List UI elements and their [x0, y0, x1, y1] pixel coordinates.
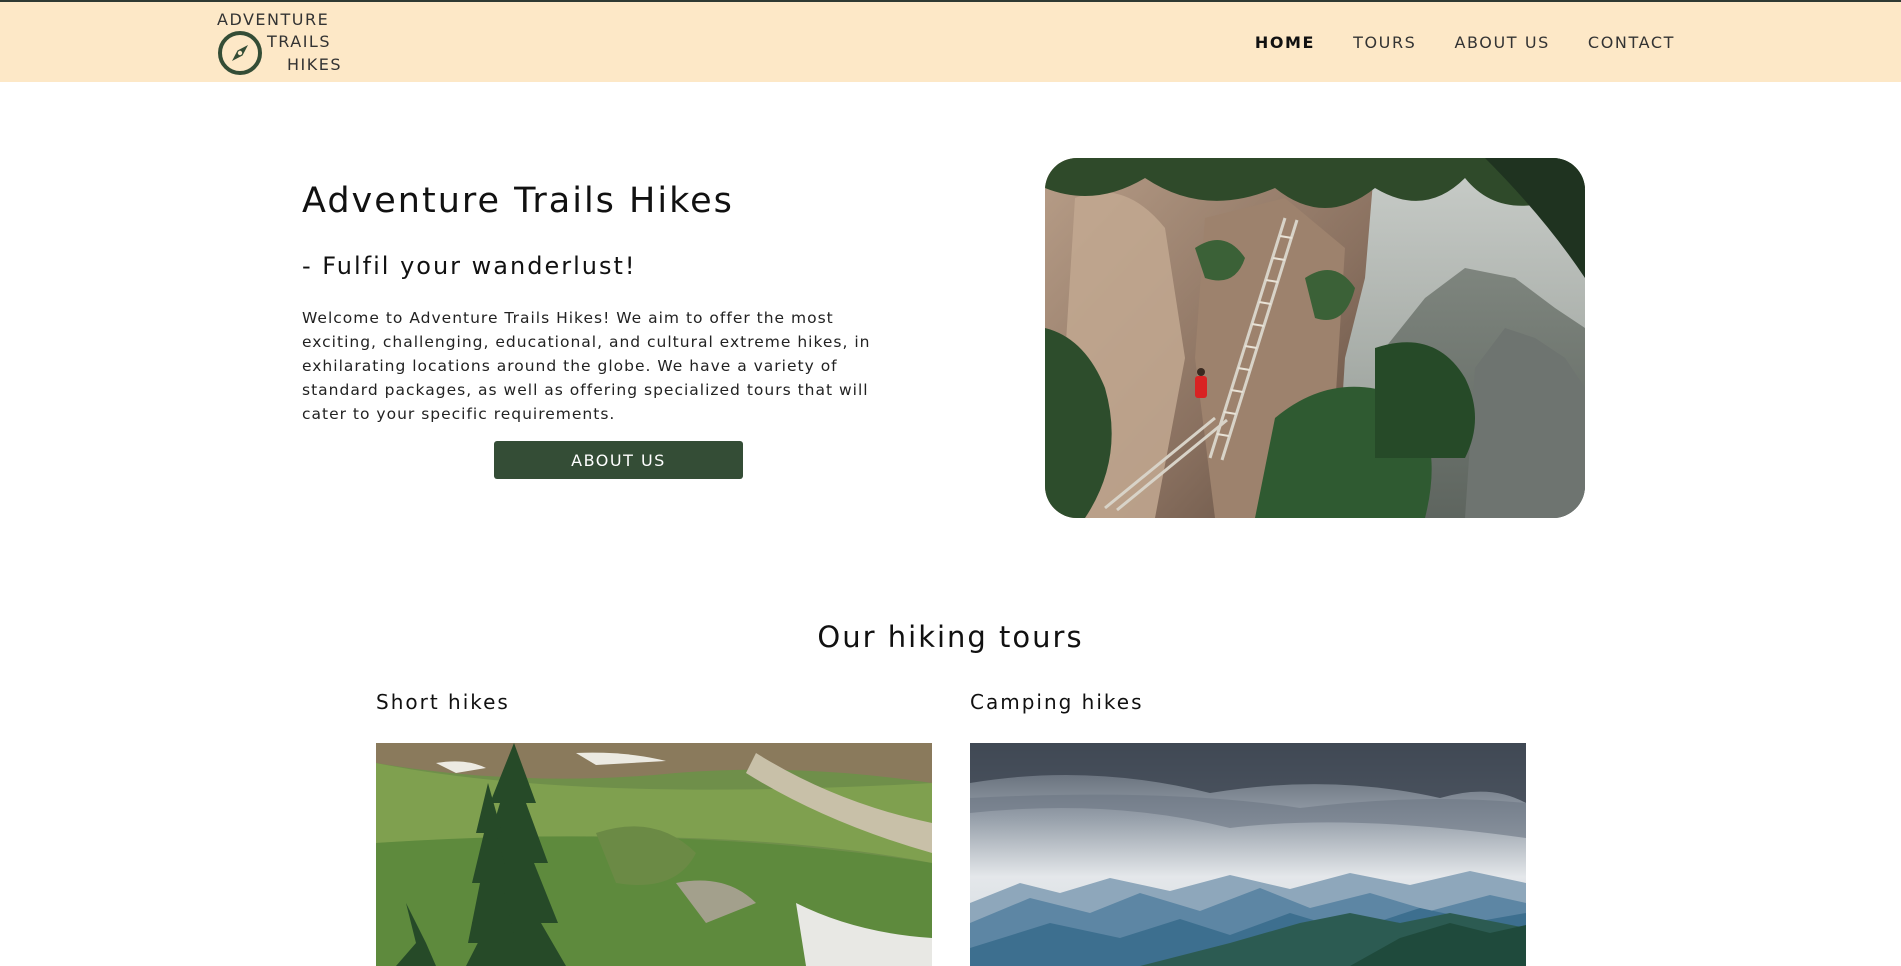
cliff-ladder-hiker-image	[1045, 158, 1585, 518]
brand-line-2: TRAILS	[267, 32, 331, 51]
alpine-meadow-pine-image	[376, 743, 932, 966]
hero-image	[1045, 158, 1585, 518]
brand-line-1: ADVENTURE	[217, 10, 330, 29]
hero-description: Welcome to Adventure Trails Hikes! We ai…	[302, 309, 871, 423]
tour-card-image-camping-hikes[interactable]	[970, 743, 1526, 966]
tours-section-title: Our hiking tours	[817, 620, 1084, 654]
about-us-button[interactable]: ABOUT US	[494, 441, 743, 479]
tour-card-title-short-hikes[interactable]: Short hikes	[376, 690, 510, 714]
tour-card-image-short-hikes[interactable]	[376, 743, 932, 966]
nav-about-us[interactable]: ABOUT US	[1454, 33, 1549, 52]
hero-subtitle: - Fulfil your wanderlust!	[302, 252, 637, 280]
nav-tours[interactable]: TOURS	[1353, 33, 1416, 52]
brand-line-3: HIKES	[287, 55, 343, 74]
nav-home[interactable]: HOME	[1255, 33, 1315, 52]
main-nav: HOME TOURS ABOUT US CONTACT	[1255, 4, 1675, 80]
blue-mountain-range-image	[970, 743, 1526, 966]
hero-title: Adventure Trails Hikes	[302, 181, 734, 221]
compass-icon	[218, 31, 262, 75]
brand-logo[interactable]: ADVENTURE TRAILS HIKES	[217, 8, 357, 80]
nav-contact[interactable]: CONTACT	[1588, 33, 1675, 52]
site-header: ADVENTURE TRAILS HIKES HOME TOURS ABOUT …	[0, 2, 1901, 82]
tour-card-title-camping-hikes[interactable]: Camping hikes	[970, 690, 1144, 714]
